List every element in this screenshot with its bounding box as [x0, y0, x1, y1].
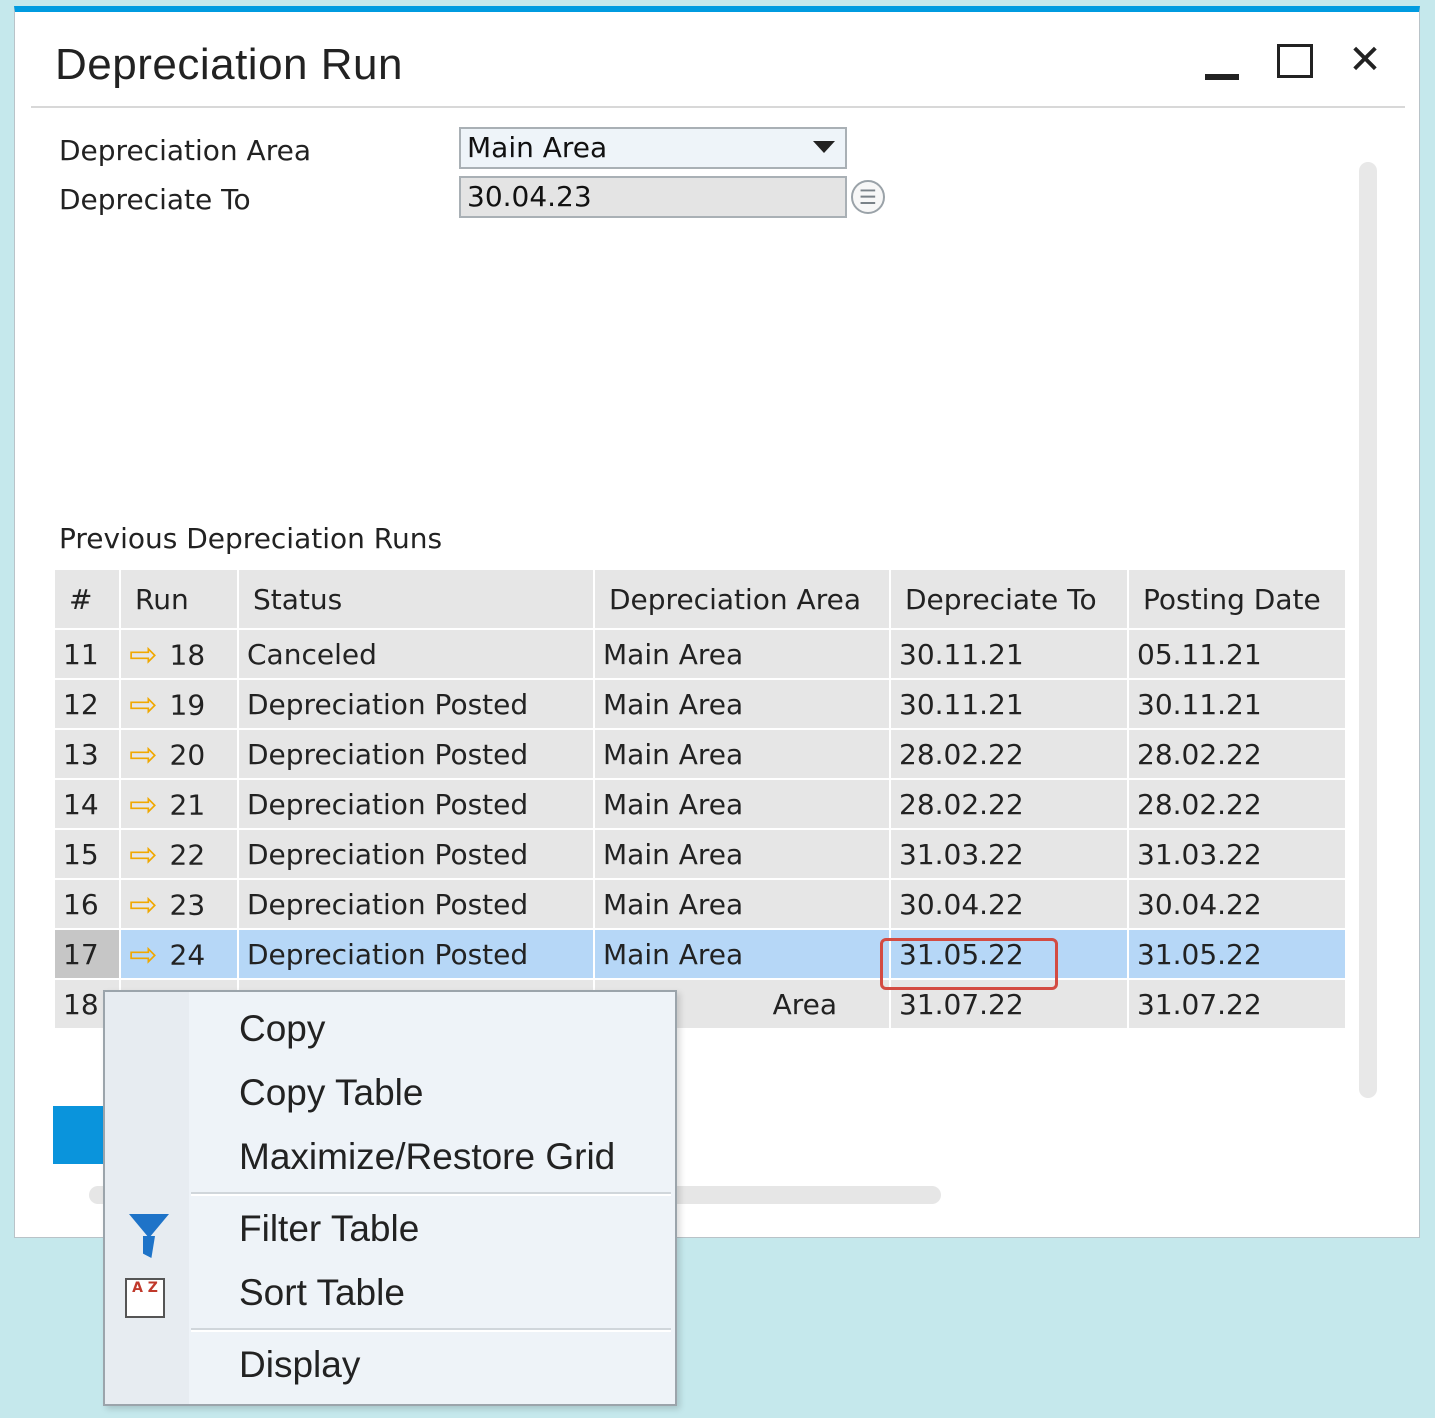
- run-cell[interactable]: ⇨ 18: [119, 628, 239, 680]
- area-cell: Main Area: [593, 628, 891, 680]
- posting-date-cell: 31.03.22: [1127, 828, 1347, 880]
- previous-runs-table: # Run Status Depreciation Area Depreciat…: [53, 568, 1347, 1030]
- link-arrow-icon[interactable]: ⇨: [129, 838, 158, 872]
- run-number: 22: [169, 838, 206, 872]
- row-number: 16: [53, 878, 121, 930]
- column-header-area[interactable]: Depreciation Area: [593, 568, 891, 630]
- filter-icon: [129, 1214, 169, 1238]
- chevron-down-icon[interactable]: [813, 141, 835, 153]
- area-cell: Main Area: [593, 928, 891, 980]
- link-arrow-icon[interactable]: ⇨: [129, 688, 158, 722]
- row-number: 17: [53, 928, 121, 980]
- menu-item-maximize-restore-grid[interactable]: Maximize/Restore Grid: [239, 1136, 615, 1178]
- status-cell: Canceled: [237, 628, 595, 680]
- maximize-icon[interactable]: [1275, 40, 1315, 80]
- link-arrow-icon[interactable]: ⇨: [129, 888, 158, 922]
- table-row[interactable]: 13 ⇨ 20 Depreciation Posted Main Area 28.…: [53, 728, 1347, 780]
- posting-date-cell: 28.02.22: [1127, 728, 1347, 780]
- area-cell: Main Area: [593, 678, 891, 730]
- link-arrow-icon[interactable]: ⇨: [129, 638, 158, 672]
- table-header-row: # Run Status Depreciation Area Depreciat…: [53, 568, 1347, 630]
- depreciate-to-cell: 30.04.22: [889, 878, 1129, 930]
- depreciate-to-cell: 30.11.21: [889, 678, 1129, 730]
- link-arrow-icon[interactable]: ⇨: [129, 788, 158, 822]
- status-cell: Depreciation Posted: [237, 778, 595, 830]
- status-cell: Depreciation Posted: [237, 828, 595, 880]
- table-row[interactable]: 14 ⇨ 21 Depreciation Posted Main Area 28.…: [53, 778, 1347, 830]
- column-header-run[interactable]: Run: [119, 568, 239, 630]
- table-row[interactable]: 11 ⇨ 18 Canceled Main Area 30.11.21 05.11…: [53, 628, 1347, 680]
- row-number: 14: [53, 778, 121, 830]
- title-divider: [31, 106, 1405, 108]
- menu-item-display[interactable]: Display: [239, 1344, 360, 1386]
- row-number: 11: [53, 628, 121, 680]
- table-row[interactable]: 12 ⇨ 19 Depreciation Posted Main Area 30.…: [53, 678, 1347, 730]
- depreciation-area-label: Depreciation Area: [59, 134, 311, 167]
- run-number: 18: [169, 638, 206, 672]
- run-cell[interactable]: ⇨ 19: [119, 678, 239, 730]
- run-cell[interactable]: ⇨ 20: [119, 728, 239, 780]
- run-cell[interactable]: ⇨ 21: [119, 778, 239, 830]
- run-cell[interactable]: ⇨ 22: [119, 828, 239, 880]
- menu-item-copy[interactable]: Copy: [239, 1008, 325, 1050]
- table-row-selected[interactable]: 17 ⇨ 24 Depreciation Posted Main Area 31.…: [53, 928, 1347, 980]
- run-number: 20: [169, 738, 206, 772]
- posting-date-cell: 30.11.21: [1127, 678, 1347, 730]
- status-cell: Depreciation Posted: [237, 928, 595, 980]
- highlighted-cell-outline: [880, 938, 1058, 990]
- run-cell[interactable]: ⇨ 24: [119, 928, 239, 980]
- depreciate-to-label: Depreciate To: [59, 183, 251, 216]
- menu-item-sort-table[interactable]: Sort Table: [239, 1272, 405, 1314]
- run-number: 23: [169, 888, 206, 922]
- row-number: 15: [53, 828, 121, 880]
- row-number: 12: [53, 678, 121, 730]
- posting-date-cell: 30.04.22: [1127, 878, 1347, 930]
- depreciation-area-dropdown[interactable]: Main Area: [459, 127, 847, 169]
- area-cell: Main Area: [593, 878, 891, 930]
- posting-date-cell: 31.05.22: [1127, 928, 1347, 980]
- link-arrow-icon[interactable]: ⇨: [129, 738, 158, 772]
- context-menu-icon-gutter: [105, 992, 189, 1404]
- status-cell: Depreciation Posted: [237, 878, 595, 930]
- link-arrow-icon[interactable]: ⇨: [129, 938, 158, 972]
- depreciate-to-value: 30.04.23: [467, 180, 592, 213]
- menu-item-copy-table[interactable]: Copy Table: [239, 1072, 423, 1114]
- run-number: 24: [169, 938, 206, 972]
- status-cell: Depreciation Posted: [237, 678, 595, 730]
- calendar-picker-icon[interactable]: ☰: [851, 180, 885, 214]
- previous-runs-label: Previous Depreciation Runs: [59, 522, 443, 555]
- area-cell: Main Area: [593, 828, 891, 880]
- posting-date-cell: 05.11.21: [1127, 628, 1347, 680]
- table-row[interactable]: 15 ⇨ 22 Depreciation Posted Main Area 31.…: [53, 828, 1347, 880]
- context-menu: Copy Copy Table Maximize/Restore Grid Fi…: [103, 990, 677, 1406]
- menu-item-filter-table[interactable]: Filter Table: [239, 1208, 419, 1250]
- row-number: 13: [53, 728, 121, 780]
- column-header-posting-date[interactable]: Posting Date: [1127, 568, 1347, 630]
- close-icon[interactable]: ✕: [1345, 40, 1385, 80]
- table-row[interactable]: 16 ⇨ 23 Depreciation Posted Main Area 30.…: [53, 878, 1347, 930]
- minimize-icon[interactable]: [1203, 40, 1243, 80]
- status-cell: Depreciation Posted: [237, 728, 595, 780]
- column-header-depreciate-to[interactable]: Depreciate To: [889, 568, 1129, 630]
- area-cell: Main Area: [593, 778, 891, 830]
- depreciate-to-field[interactable]: 30.04.23: [459, 176, 847, 218]
- run-number: 21: [169, 788, 206, 822]
- run-cell[interactable]: ⇨ 23: [119, 878, 239, 930]
- sort-icon: A Z: [125, 1278, 165, 1318]
- menu-separator: [191, 1192, 671, 1196]
- window-title: Depreciation Run: [55, 40, 403, 89]
- menu-separator: [191, 1328, 671, 1332]
- vertical-scrollbar[interactable]: [1359, 162, 1377, 1098]
- column-header-number[interactable]: #: [53, 568, 121, 630]
- depreciate-to-cell: 30.11.21: [889, 628, 1129, 680]
- depreciate-to-cell: 28.02.22: [889, 728, 1129, 780]
- area-cell: Main Area: [593, 728, 891, 780]
- posting-date-cell: 31.07.22: [1127, 978, 1347, 1030]
- depreciation-area-value: Main Area: [467, 131, 608, 164]
- depreciate-to-cell: 31.03.22: [889, 828, 1129, 880]
- posting-date-cell: 28.02.22: [1127, 778, 1347, 830]
- run-number: 19: [169, 688, 206, 722]
- depreciate-to-cell: 28.02.22: [889, 778, 1129, 830]
- column-header-status[interactable]: Status: [237, 568, 595, 630]
